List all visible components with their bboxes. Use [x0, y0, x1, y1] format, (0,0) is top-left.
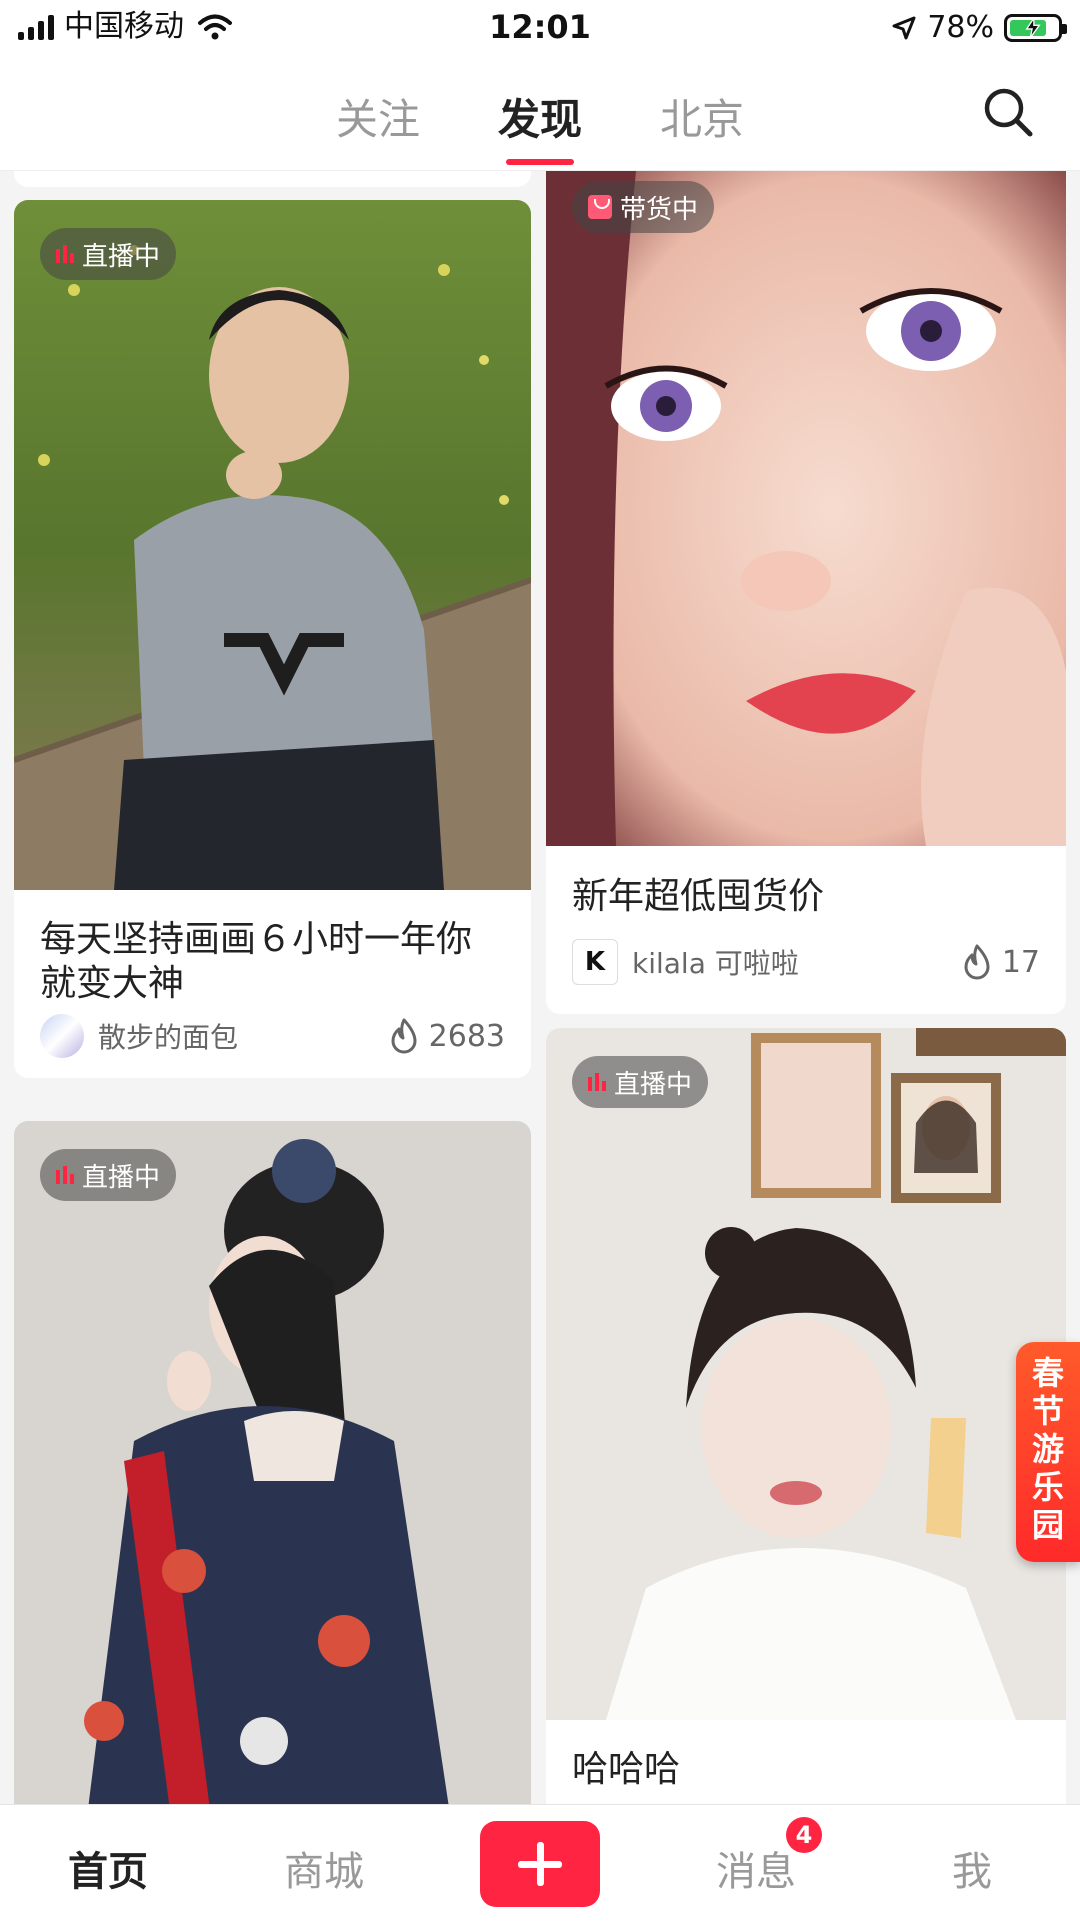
bolt-icon — [1025, 16, 1041, 38]
spring-festival-banner[interactable]: 春节游乐园 — [1016, 1342, 1080, 1562]
brand-logo[interactable]: K — [572, 939, 618, 985]
nav-home[interactable]: 首页 — [28, 1839, 188, 1897]
nav-me[interactable]: 我 — [892, 1839, 1052, 1897]
shopping-bag-icon — [588, 195, 612, 219]
like-count-value: 2683 — [428, 1018, 505, 1054]
bottom-nav: 首页 商城 消息 4 我 — [0, 1804, 1080, 1921]
like-count[interactable]: 2683 — [387, 1018, 505, 1054]
feed[interactable]: 直播中 每天坚持画画６小时一年你就变大神 散步的面包 2683 带货中 新年超低… — [0, 171, 1080, 1804]
tab-following[interactable]: 关注 — [336, 86, 420, 147]
tab-beijing-label: 北京 — [660, 95, 745, 144]
live-badge-label: 直播中 — [82, 1162, 161, 1193]
card-photo — [546, 171, 1066, 846]
live-badge-label: 直播中 — [614, 1069, 693, 1100]
status-right: 78% — [891, 10, 1067, 45]
card-author-row: K kilala 可啦啦 17 — [572, 939, 1040, 985]
feed-card[interactable]: 直播中 — [14, 1121, 531, 1804]
feed-card[interactable]: 直播中 每天坚持画画６小时一年你就变大神 散步的面包 2683 — [14, 200, 531, 1078]
battery-cap — [1062, 23, 1067, 34]
tab-discover[interactable]: 发现 — [497, 86, 582, 165]
nav-mall[interactable]: 商城 — [244, 1839, 404, 1897]
tab-beijing[interactable]: 北京 — [660, 86, 744, 147]
feed-card[interactable]: 带货中 新年超低囤货价 K kilala 可啦啦 17 — [546, 171, 1066, 1014]
live-bars-icon — [588, 1073, 606, 1091]
author-name[interactable]: kilala 可啦啦 — [632, 942, 960, 982]
card-title: 每天坚持画画６小时一年你就变大神 — [40, 919, 473, 1004]
card-title: 哈哈哈 — [572, 1749, 681, 1790]
author-name[interactable]: 散步的面包 — [98, 1016, 387, 1056]
like-count-value: 17 — [1001, 944, 1040, 980]
card-photo — [546, 1028, 1066, 1720]
location-arrow-icon — [892, 16, 916, 39]
live-badge: 直播中 — [40, 228, 177, 280]
spring-festival-banner-label: 春节游乐园 — [1031, 1354, 1064, 1544]
live-badge-label: 直播中 — [82, 241, 161, 272]
card-title: 新年超低囤货价 — [572, 876, 825, 917]
card-photo — [14, 1121, 531, 1804]
post-button[interactable] — [480, 1821, 600, 1907]
avatar[interactable] — [40, 1014, 84, 1058]
card-author-row: 散步的面包 2683 — [40, 1014, 505, 1058]
live-bars-icon — [56, 245, 74, 263]
card-photo — [14, 200, 531, 890]
message-count-badge: 4 — [786, 1817, 822, 1853]
flame-icon — [964, 944, 990, 980]
like-count[interactable]: 17 — [960, 944, 1040, 980]
flame-icon — [391, 1018, 417, 1054]
tab-discover-label: 发现 — [497, 95, 582, 144]
live-badge: 直播中 — [40, 1149, 177, 1201]
top-nav: 关注 发现 北京 — [0, 56, 1080, 171]
shopping-badge-label: 带货中 — [620, 194, 699, 225]
status-bar: 中国移动 12:01 78% — [0, 0, 1080, 56]
feed-card-partial[interactable] — [14, 171, 531, 187]
shopping-badge: 带货中 — [572, 181, 715, 233]
tab-active-indicator — [505, 159, 574, 165]
live-badge: 直播中 — [572, 1056, 709, 1108]
feed-tabs: 关注 发现 北京 — [0, 86, 1080, 165]
battery-charging-icon — [1004, 13, 1067, 42]
feed-card[interactable]: 直播中 哈哈哈 — [546, 1028, 1066, 1804]
search-icon[interactable] — [980, 84, 1036, 140]
tab-following-label: 关注 — [335, 95, 420, 144]
battery-percent: 78% — [927, 10, 994, 45]
live-bars-icon — [56, 1166, 74, 1184]
